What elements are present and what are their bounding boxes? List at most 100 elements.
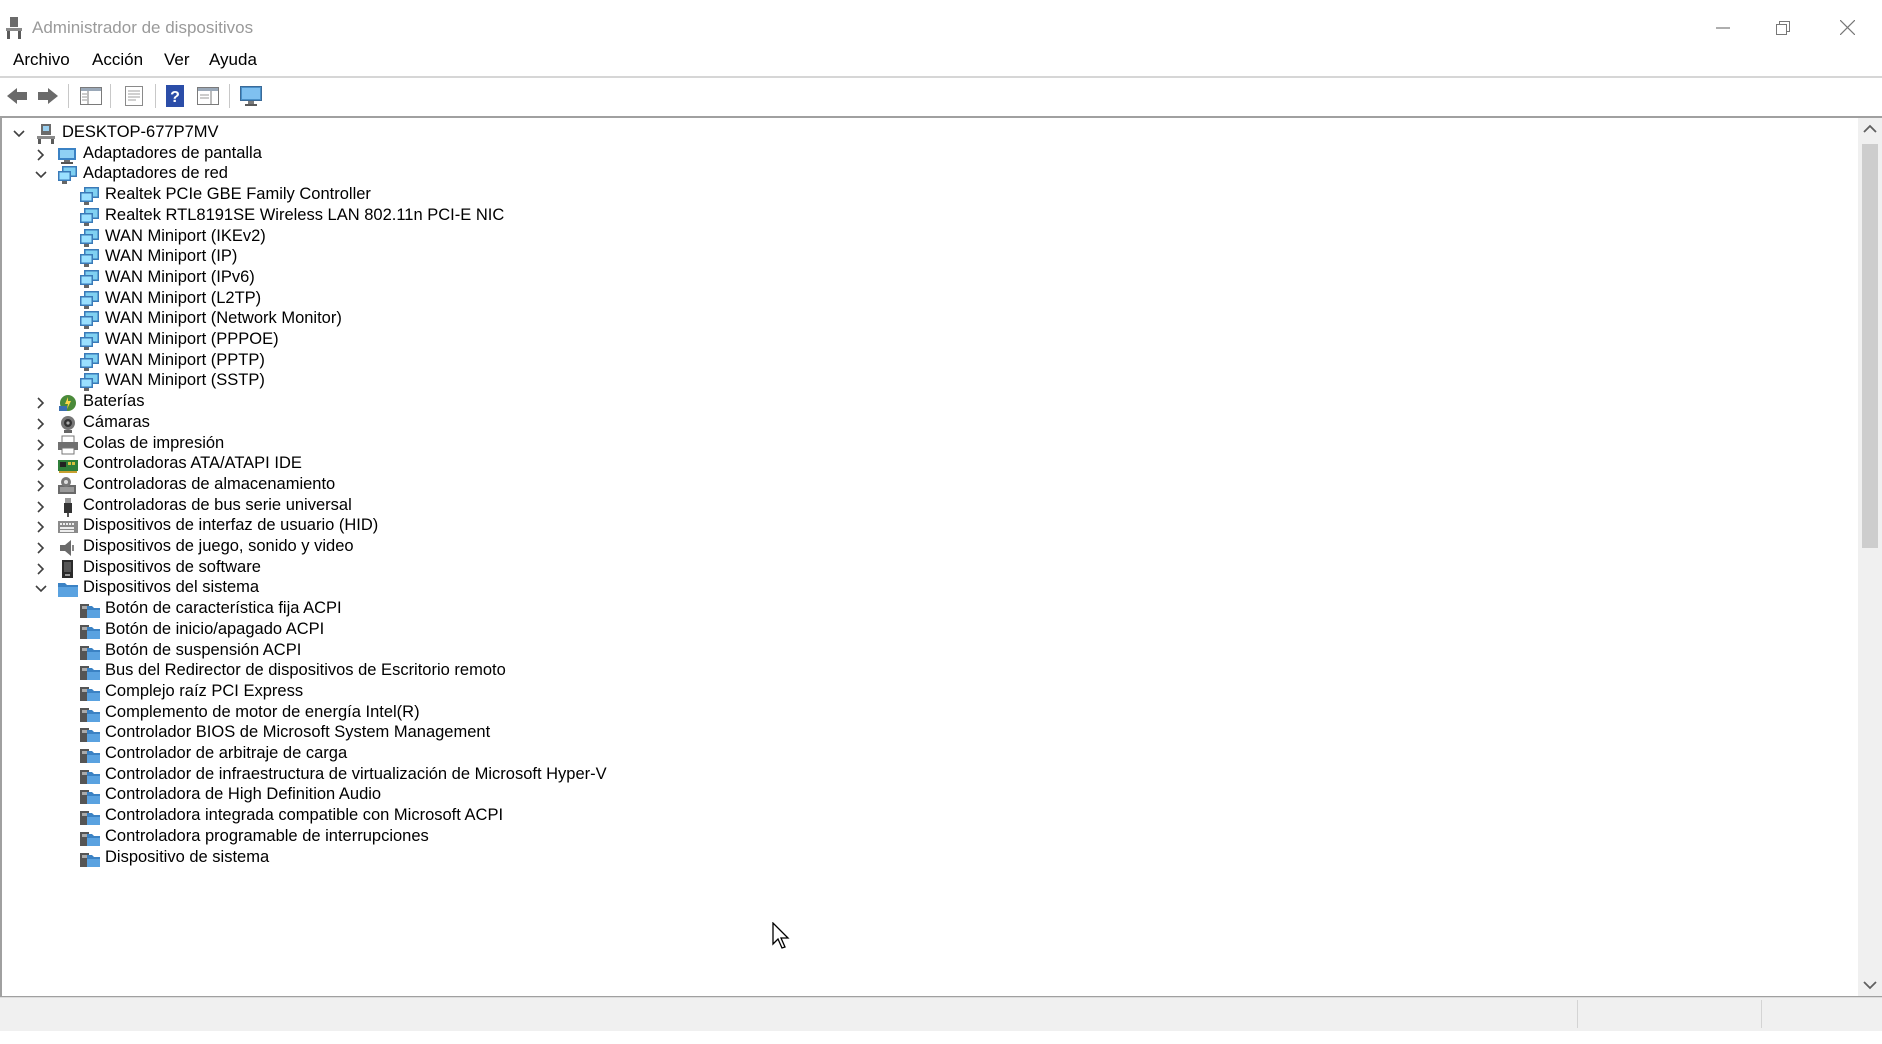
tree-row-label: Controladoras ATA/ATAPI IDE: [83, 454, 302, 473]
device-tree[interactable]: DESKTOP-677P7MV Adaptadores de pantalla A…: [0, 116, 1882, 997]
tree-row-label: Dispositivos de software: [83, 557, 261, 576]
menu-ver[interactable]: Ver: [164, 50, 190, 70]
tree-row-label: Cámaras: [83, 412, 150, 431]
tree-row-label: Botón de inicio/apagado ACPI: [105, 619, 325, 638]
network-adapter-icon: [80, 228, 99, 247]
tree-row-label: Baterías: [83, 392, 145, 411]
system-device-icon: [80, 624, 100, 639]
printer-icon: [58, 435, 78, 454]
show-hide-console-tree-icon[interactable]: [79, 84, 103, 108]
tree-row-label: Controladora programable de interrupcion…: [105, 826, 429, 845]
system-device-icon: [80, 645, 100, 660]
network-adapter-icon: [80, 187, 99, 206]
system-device-icon: [80, 707, 100, 722]
menu-ayuda[interactable]: Ayuda: [209, 50, 257, 70]
toolbar-separator: [229, 84, 230, 108]
tree-row-label: Adaptadores de pantalla: [83, 143, 262, 162]
restore-icon: [1776, 20, 1790, 35]
scroll-down-arrow-icon[interactable]: [1863, 980, 1877, 990]
minimize-button[interactable]: [1693, 0, 1753, 55]
network-adapter-icon: [80, 249, 99, 268]
network-adapter-icon: [80, 311, 99, 330]
chevron-right-icon[interactable]: [34, 541, 48, 555]
tree-row[interactable]: Dispositivo de sistema: [2, 847, 1852, 871]
tree-row-label: Complejo raíz PCI Express: [105, 681, 304, 700]
system-device-icon: [80, 728, 100, 743]
menu-archivo[interactable]: Archivo: [13, 50, 70, 70]
device-manager-icon: [6, 17, 22, 39]
tree-row-label: WAN Miniport (IKEv2): [105, 226, 266, 245]
scroll-up-arrow-icon[interactable]: [1863, 124, 1877, 134]
close-button[interactable]: [1817, 0, 1877, 55]
status-separator: [1577, 1000, 1578, 1028]
system-device-icon: [80, 790, 100, 805]
forward-arrow-icon[interactable]: [36, 84, 60, 108]
title-bar[interactable]: Administrador de dispositivos: [0, 0, 1882, 55]
tree-row-label: Controlador BIOS de Microsoft System Man…: [105, 723, 491, 742]
system-device-icon: [80, 831, 100, 846]
network-adapter-icon: [80, 352, 99, 371]
system-device-folder-icon: [58, 583, 78, 598]
system-device-icon: [80, 666, 100, 681]
system-device-icon: [80, 749, 100, 763]
tree-row-label: Controladora de High Definition Audio: [105, 785, 382, 804]
toolbar-separator: [68, 84, 69, 108]
toolbar-separator: [155, 84, 156, 108]
tree-row-label: Botón de característica fija ACPI: [105, 599, 342, 618]
network-adapter-icon: [80, 290, 99, 309]
chevron-right-icon[interactable]: [34, 500, 48, 514]
chevron-down-icon[interactable]: [12, 127, 26, 141]
system-device-icon: [80, 769, 100, 784]
camera-icon: [61, 415, 75, 433]
software-device-icon: [62, 559, 73, 578]
tree-row-label: Controladoras de bus serie universal: [83, 495, 352, 514]
restore-button[interactable]: [1753, 0, 1813, 55]
system-device-icon: [80, 686, 100, 701]
monitor-icon[interactable]: [239, 84, 263, 108]
scroll-thumb[interactable]: [1862, 144, 1878, 548]
action-pane-icon[interactable]: [196, 84, 220, 108]
vertical-scrollbar[interactable]: [1858, 118, 1882, 996]
chevron-right-icon[interactable]: [34, 562, 48, 576]
chevron-right-icon[interactable]: [34, 520, 48, 534]
back-arrow-icon[interactable]: [5, 84, 29, 108]
chevron-right-icon[interactable]: [34, 438, 48, 452]
chevron-down-icon[interactable]: [34, 168, 48, 182]
tree-row-label: Colas de impresión: [83, 433, 225, 452]
svg-text:?: ?: [170, 89, 180, 106]
help-icon[interactable]: ?: [164, 84, 188, 108]
chevron-right-icon[interactable]: [34, 396, 48, 410]
ide-controller-icon: [58, 460, 78, 474]
mouse-cursor-icon: [772, 922, 790, 949]
chevron-down-icon[interactable]: [34, 582, 48, 596]
tree-row-label: WAN Miniport (PPTP): [105, 350, 265, 369]
tree-row-label: Controladoras de almacenamiento: [83, 474, 336, 493]
hid-icon: [58, 521, 78, 534]
tree-row-label: WAN Miniport (L2TP): [105, 288, 262, 307]
chevron-right-icon[interactable]: [34, 479, 48, 493]
speaker-icon: [60, 540, 74, 556]
tree-row-label: Dispositivo de sistema: [105, 847, 270, 866]
chevron-right-icon[interactable]: [34, 148, 48, 162]
properties-icon[interactable]: [122, 84, 146, 108]
tree-row-label: Controlador de arbitraje de carga: [105, 744, 348, 762]
tree-row-label: Realtek RTL8191SE Wireless LAN 802.11n P…: [105, 205, 505, 224]
tree-row-label: Adaptadores de red: [83, 164, 228, 183]
menu-accion[interactable]: Acción: [92, 50, 143, 70]
battery-icon: [59, 395, 76, 412]
status-separator: [1761, 1000, 1762, 1028]
tree-row-label: Botón de suspensión ACPI: [105, 640, 302, 659]
network-adapter-icon: [80, 269, 99, 288]
tree-row-label: WAN Miniport (IP): [105, 247, 238, 266]
tree-row-label: Dispositivos de juego, sonido y video: [83, 537, 354, 555]
tree-row-label: Controladora integrada compatible con Mi…: [105, 806, 504, 825]
minimize-icon: [1716, 26, 1730, 29]
network-adapter-icon: [58, 166, 77, 185]
chevron-right-icon[interactable]: [34, 417, 48, 431]
chevron-right-icon[interactable]: [34, 458, 48, 472]
system-device-icon: [80, 811, 100, 826]
system-device-icon: [80, 604, 100, 619]
tree-row-label: WAN Miniport (IPv6): [105, 267, 255, 286]
system-device-icon: [80, 852, 100, 867]
tree-root-label: DESKTOP-677P7MV: [62, 123, 219, 141]
